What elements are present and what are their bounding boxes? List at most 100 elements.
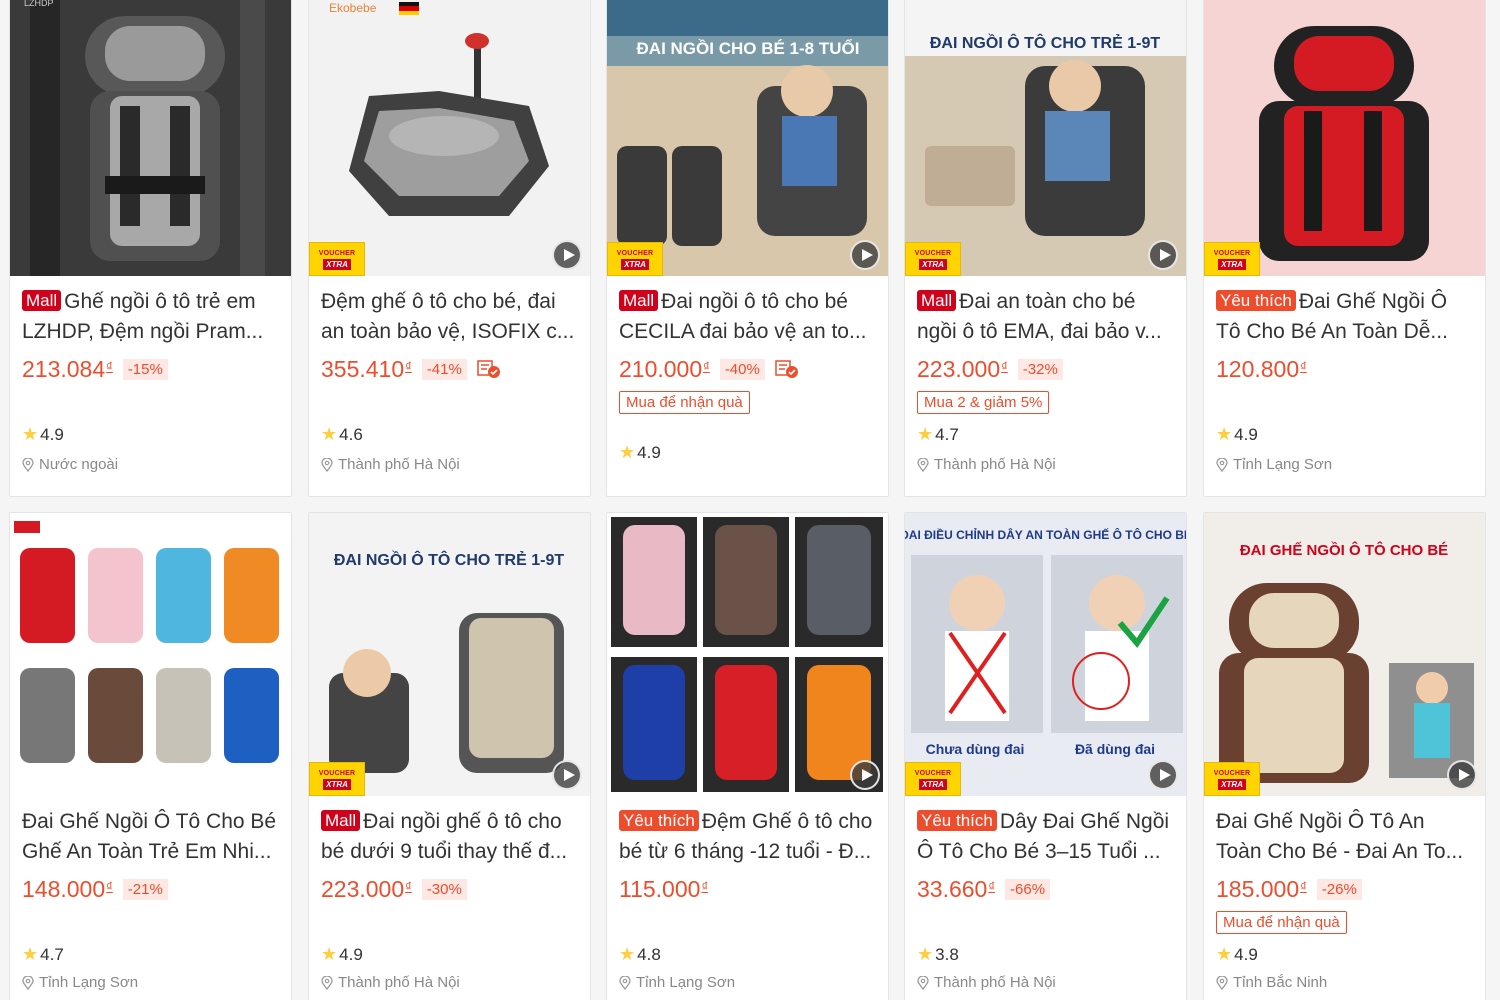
product-card[interactable]: ĐAI GHẾ NGỒI Ô TÔ CHO BÉ VOUCHER XTRA Đai… xyxy=(1203,512,1486,1000)
star-icon: ★ xyxy=(619,944,636,964)
product-image[interactable]: Ekobebe VOUCHER XTRA xyxy=(309,0,590,276)
star-icon: ★ xyxy=(22,424,39,444)
booster-seat-image: Ekobebe xyxy=(309,0,590,276)
location-pin-icon xyxy=(22,975,34,990)
location-pin-icon xyxy=(917,457,929,472)
product-card[interactable]: ĐAI NGỒI CHO BÉ 1-8 TUỔI VOUCHER XTRA Mal… xyxy=(606,0,889,497)
location-pin-icon xyxy=(22,457,34,472)
play-video-icon[interactable] xyxy=(1447,760,1477,790)
location-pin-icon xyxy=(1216,457,1228,472)
shipping-voucher-icon xyxy=(477,360,500,378)
mall-badge: Mall xyxy=(22,290,62,311)
product-price: 213.084₫ xyxy=(22,355,113,382)
rating: ★ 4.7 xyxy=(22,944,64,964)
location: Thành phố Hà Nội xyxy=(321,456,460,473)
child-seat-image: ĐAI NGỒI CHO BÉ 1-8 TUỔI xyxy=(607,0,888,276)
belt-adjuster-image: ĐAI ĐIỀU CHỈNH DÂY AN TOÀN GHẾ Ô TÔ CHO … xyxy=(905,513,1186,796)
rating: ★ 4.9 xyxy=(321,944,363,964)
product-card[interactable]: Đai Ghế Ngồi Ô Tô Cho Bé Ghế An Toàn Trẻ… xyxy=(9,512,292,1000)
play-video-icon[interactable] xyxy=(1148,760,1178,790)
favorite-badge: Yêu thích xyxy=(917,810,997,831)
product-card[interactable]: ĐAI ĐIỀU CHỈNH DÂY AN TOÀN GHẾ Ô TÔ CHO … xyxy=(904,512,1187,1000)
product-name[interactable]: Đai Ghế Ngồi Ô Tô Cho Bé Ghế An Toàn Trẻ… xyxy=(22,807,279,867)
star-icon: ★ xyxy=(321,944,338,964)
product-name[interactable]: Mall Đai ngồi ô tô cho bé CECILA đai bảo … xyxy=(619,287,876,347)
product-price: 33.660₫ xyxy=(917,875,996,902)
voucher-xtra-badge: VOUCHER XTRA xyxy=(309,242,365,276)
rating: ★ 4.9 xyxy=(619,442,661,462)
shipping-voucher-icon xyxy=(775,360,798,378)
color-variants-image xyxy=(10,513,291,796)
mall-badge: Mall xyxy=(619,290,659,311)
play-video-icon[interactable] xyxy=(850,760,880,790)
product-image[interactable]: ĐAI GHẾ NGỒI Ô TÔ CHO BÉ VOUCHER XTRA xyxy=(1204,513,1485,796)
svg-text:ĐAI GHẾ NGỒI Ô TÔ CHO BÉ: ĐAI GHẾ NGỒI Ô TÔ CHO BÉ xyxy=(1240,541,1448,559)
red-seat-image xyxy=(1204,0,1485,276)
product-image[interactable]: ĐAI NGỒI CHO BÉ 1-8 TUỔI VOUCHER XTRA xyxy=(607,0,888,276)
star-icon: ★ xyxy=(619,442,636,462)
discount-badge: -15% xyxy=(122,358,168,380)
voucher-xtra-badge: VOUCHER XTRA xyxy=(607,242,663,276)
product-name[interactable]: Đệm ghế ô tô cho bé, đai an toàn bảo vệ,… xyxy=(321,287,578,347)
discount-badge: -21% xyxy=(122,878,168,900)
voucher-xtra-badge: VOUCHER XTRA xyxy=(309,762,365,796)
product-image[interactable] xyxy=(10,513,291,796)
product-price: 223.000₫ xyxy=(917,355,1008,382)
svg-text:LZHDP: LZHDP xyxy=(24,0,54,8)
product-name[interactable]: Yêu thích Dây Đai Ghế Ngồi Ô Tô Cho Bé 3–… xyxy=(917,807,1174,867)
product-name[interactable]: Đai Ghế Ngồi Ô Tô An Toàn Cho Bé - Đai A… xyxy=(1216,807,1473,867)
product-image[interactable] xyxy=(607,513,888,796)
favorite-badge: Yêu thích xyxy=(619,810,699,831)
product-card[interactable]: ĐAI NGỒI Ô TÔ CHO TRẺ 1-9T VOUCHER XTRA M… xyxy=(904,0,1187,497)
svg-text:Chưa dùng đai: Chưa dùng đai xyxy=(926,741,1025,757)
product-name[interactable]: Mall Đai an toàn cho bé ngồi ô tô EMA, đa… xyxy=(917,287,1174,347)
location-pin-icon xyxy=(321,457,333,472)
star-icon: ★ xyxy=(917,944,934,964)
rating: ★ 4.9 xyxy=(1216,944,1258,964)
rating: ★ 4.9 xyxy=(1216,424,1258,444)
product-image[interactable]: ĐAI ĐIỀU CHỈNH DÂY AN TOÀN GHẾ Ô TÔ CHO … xyxy=(905,513,1186,796)
product-price: 120.800₫ xyxy=(1216,355,1307,382)
location: Tỉnh Lạng Sơn xyxy=(619,974,735,991)
location-pin-icon xyxy=(619,975,631,990)
location: Tỉnh Lạng Sơn xyxy=(22,974,138,991)
play-video-icon[interactable] xyxy=(552,240,582,270)
product-card[interactable]: LZHDP Mall Ghế ngồi ô tô trẻ em LZHDP, Đệ… xyxy=(9,0,292,497)
discount-badge: -32% xyxy=(1017,358,1063,380)
product-image[interactable]: LZHDP xyxy=(10,0,291,276)
product-name[interactable]: Mall Đai ngồi ghế ô tô cho bé dưới 9 tuổi… xyxy=(321,807,578,867)
car-seat-image: LZHDP xyxy=(10,0,291,276)
play-video-icon[interactable] xyxy=(850,240,880,270)
product-card[interactable]: Ekobebe VOUCHER XTRA Đệm ghế ô tô cho bé,… xyxy=(308,0,591,497)
play-video-icon[interactable] xyxy=(1148,240,1178,270)
product-image[interactable]: ĐAI NGỒI Ô TÔ CHO TRẺ 1-9T VOUCHER XTRA xyxy=(309,513,590,796)
child-seat-image: ĐAI NGỒI Ô TÔ CHO TRẺ 1-9T xyxy=(905,0,1186,276)
product-price: 355.410₫ xyxy=(321,355,412,382)
product-card[interactable]: Yêu thích Đệm Ghế ô tô cho bé từ 6 tháng … xyxy=(606,512,889,1000)
product-price: 223.000₫ xyxy=(321,875,412,902)
product-name[interactable]: Yêu thích Đai Ghế Ngồi Ô Tô Cho Bé An Toà… xyxy=(1216,287,1473,347)
rating: ★ 3.8 xyxy=(917,944,959,964)
location-pin-icon xyxy=(321,975,333,990)
product-image[interactable]: VOUCHER XTRA xyxy=(1204,0,1485,276)
color-variants-image xyxy=(607,513,888,796)
favorite-badge: Yêu thích xyxy=(1216,290,1296,311)
location-pin-icon xyxy=(1216,975,1228,990)
product-name[interactable]: Mall Ghế ngồi ô tô trẻ em LZHDP, Đệm ngồi… xyxy=(22,287,279,347)
product-image[interactable]: ĐAI NGỒI Ô TÔ CHO TRẺ 1-9T VOUCHER XTRA xyxy=(905,0,1186,276)
product-name[interactable]: Yêu thích Đệm Ghế ô tô cho bé từ 6 tháng … xyxy=(619,807,876,867)
discount-badge: -30% xyxy=(421,878,467,900)
location: Thành phố Hà Nội xyxy=(917,456,1056,473)
product-card[interactable]: ĐAI NGỒI Ô TÔ CHO TRẺ 1-9T VOUCHER XTRA M… xyxy=(308,512,591,1000)
star-icon: ★ xyxy=(22,944,39,964)
play-video-icon[interactable] xyxy=(552,760,582,790)
product-price: 210.000₫ xyxy=(619,355,710,382)
star-icon: ★ xyxy=(321,424,338,444)
rating: ★ 4.8 xyxy=(619,944,661,964)
location: Tỉnh Lạng Sơn xyxy=(1216,456,1332,473)
discount-badge: -40% xyxy=(719,358,765,380)
voucher-xtra-badge: VOUCHER XTRA xyxy=(1204,242,1260,276)
location: Tỉnh Bắc Ninh xyxy=(1216,974,1327,991)
product-card[interactable]: VOUCHER XTRA Yêu thích Đai Ghế Ngồi Ô Tô C… xyxy=(1203,0,1486,497)
promo-tag: Mua để nhận quà xyxy=(619,391,750,414)
